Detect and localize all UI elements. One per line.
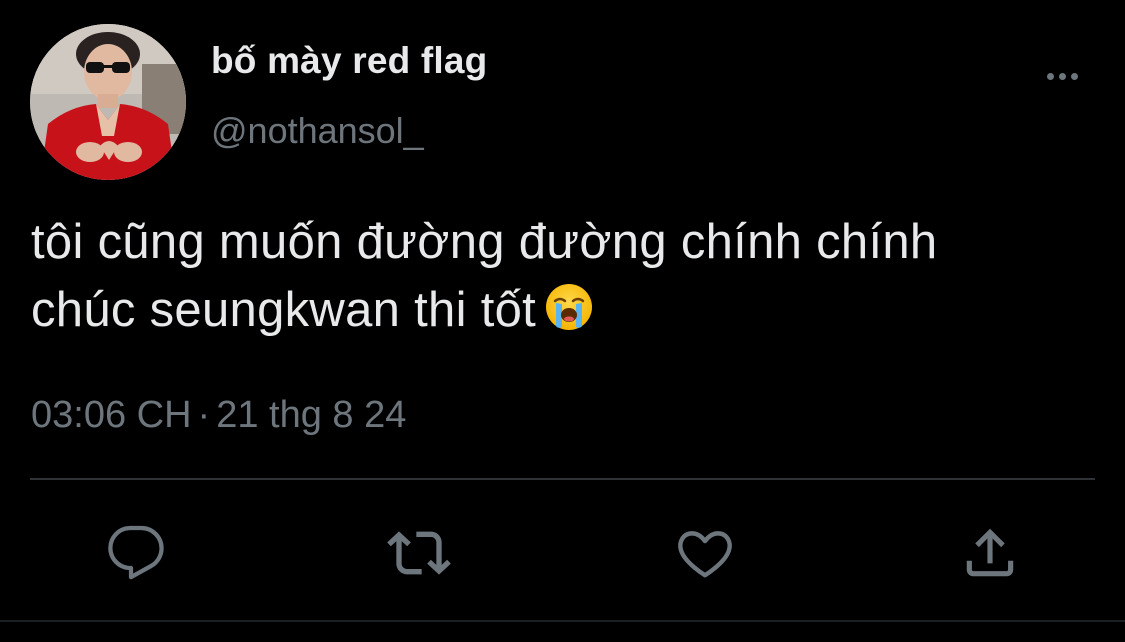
tweet-time: 03:06 CH: [31, 394, 192, 436]
tweet-text: tôi cũng muốn đường đường chính chính ch…: [31, 208, 1101, 350]
avatar-image: [30, 24, 186, 180]
retweet-icon: [387, 531, 451, 575]
timestamp-separator: ·: [197, 394, 211, 436]
tweet-date: 21 thg 8 24: [216, 394, 407, 436]
divider: [30, 478, 1095, 480]
more-dot: [1070, 72, 1078, 80]
more-dot: [1058, 72, 1066, 80]
more-options-icon[interactable]: [1038, 66, 1086, 86]
like-button[interactable]: [672, 520, 738, 586]
bottom-divider: [0, 620, 1125, 622]
tweet-text-line-2-wrap: chúc seungkwan thi tốt: [31, 276, 1101, 350]
avatar[interactable]: [30, 24, 186, 180]
retweet-button[interactable]: [386, 520, 452, 586]
reply-button[interactable]: [103, 520, 169, 586]
user-handle[interactable]: @nothansol_: [211, 110, 424, 152]
more-dot: [1046, 72, 1054, 80]
share-button[interactable]: [957, 520, 1023, 586]
tweet-timestamp[interactable]: 03:06 CH · 21 thg 8 24: [31, 394, 406, 437]
display-name[interactable]: bố mày red flag: [211, 40, 487, 82]
loudly-crying-face-icon: [544, 282, 594, 350]
tweet-text-line-1: tôi cũng muốn đường đường chính chính: [31, 215, 938, 269]
tweet-text-line-2: chúc seungkwan thi tốt: [31, 283, 537, 337]
share-icon: [966, 528, 1014, 577]
reply-icon: [108, 525, 164, 580]
heart-icon: [678, 531, 732, 578]
